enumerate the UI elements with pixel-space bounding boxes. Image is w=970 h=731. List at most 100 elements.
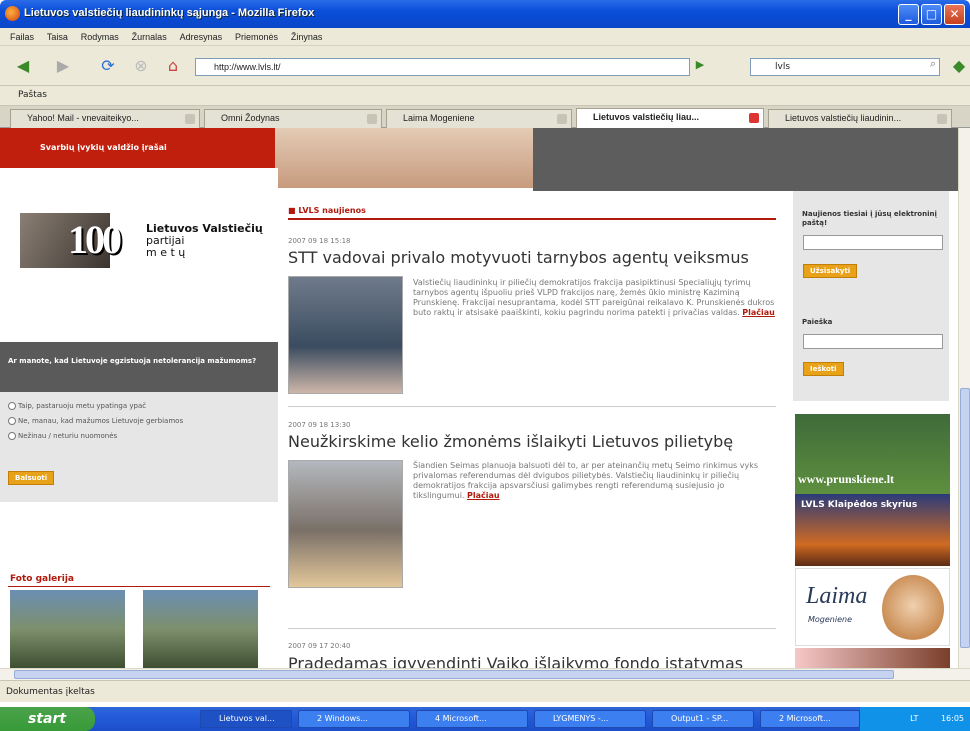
news-photo[interactable] (288, 276, 403, 394)
menu-taisa[interactable]: Taisa (47, 28, 68, 46)
menu-zinynas[interactable]: Žinynas (291, 28, 323, 46)
search-input[interactable]: lvls (750, 58, 940, 76)
task-output[interactable]: Output1 - SP... (652, 710, 754, 728)
news-date: 2007 09 18 15:18 (288, 237, 351, 245)
news-section-title: ■ LVLS naujienos (288, 206, 366, 215)
task-firefox[interactable]: Lietuvos val... (200, 710, 292, 728)
poll-options: Taip, pastaruoju metu ypatinga ypač Ne, … (0, 392, 278, 502)
news-photo[interactable] (288, 460, 403, 588)
gallery-title: Foto galerija (10, 574, 74, 584)
klaipeda-banner[interactable]: LVLS Klaipėdos skyrius (795, 494, 950, 566)
news-section-divider (288, 218, 776, 220)
status-bar: Dokumentas įkeltas (0, 680, 970, 702)
radio-icon[interactable] (8, 402, 16, 410)
tab-yahoo-mail[interactable]: Yahoo! Mail - vnevaiteikyo... (10, 109, 200, 128)
news-headline[interactable]: Neužkirskime kelio žmonėms išlaikyti Lie… (288, 432, 733, 451)
close-tab-icon[interactable] (367, 114, 377, 124)
title-bar: Lietuvos valstiečių liaudininkų sąjunga … (0, 0, 970, 28)
logo-number: 100 (68, 217, 122, 262)
tab-laima-mogeniene[interactable]: Laima Mogeniene (386, 109, 572, 128)
horizontal-scroll-thumb[interactable] (14, 670, 894, 679)
subscribe-button[interactable]: Užsisakyti (803, 264, 858, 278)
radio-icon[interactable] (8, 417, 16, 425)
close-button[interactable]: ✕ (944, 4, 965, 25)
horizontal-scrollbar[interactable] (0, 668, 970, 680)
poll-option-label: Taip, pastaruoju metu ypatinga ypač (18, 402, 147, 410)
poll-option-3[interactable]: Nežinau / neturiu nuomonės (8, 432, 270, 441)
tab-label: Lietuvos valstiečių liaudinin... (785, 113, 902, 123)
prunskiene-banner[interactable]: www.prunskiene.lt (795, 414, 950, 494)
radio-icon[interactable] (8, 432, 16, 440)
logo-text: Lietuvos Valstiečių partijai m e t ų (146, 223, 263, 259)
task-microsoft[interactable]: 4 Microsoft... (416, 710, 528, 728)
language-indicator[interactable]: LT (910, 714, 918, 723)
laima-subname: Mogeniene (808, 615, 853, 624)
task-windows[interactable]: 2 Windows... (298, 710, 410, 728)
search-icon[interactable]: ⌕ (925, 56, 941, 72)
news-date: 2007 09 18 13:30 (288, 421, 351, 429)
bookmarks-toolbar: Paštas (0, 86, 970, 106)
addon-icon[interactable]: ◆ (946, 53, 970, 79)
minimize-button[interactable]: _ (898, 4, 919, 25)
url-input[interactable]: http://www.lvls.lt/ (195, 58, 690, 76)
menu-bar: Failas Taisa Rodymas Žurnalas Adresynas … (0, 28, 970, 46)
news-separator (288, 628, 776, 629)
home-icon[interactable]: ⌂ (160, 53, 186, 79)
start-button[interactable]: start (0, 707, 95, 731)
laima-name: Laima (806, 583, 868, 609)
menu-zurnalas[interactable]: Žurnalas (132, 28, 167, 46)
close-tab-icon[interactable] (937, 114, 947, 124)
poll-option-2[interactable]: Ne, manau, kad mažumos Lietuvoje gerbiam… (8, 417, 270, 426)
tab-omni-zodynas[interactable]: Omni Žodynas (204, 109, 382, 128)
close-tab-icon[interactable] (185, 114, 195, 124)
tab-lietuvos-2[interactable]: Lietuvos valstiečių liaudinin... (768, 109, 952, 128)
go-icon[interactable]: ▶ (690, 55, 710, 75)
prunskiene-url: www.prunskiene.lt (798, 472, 895, 486)
vote-button[interactable]: Balsuoti (8, 471, 55, 485)
menu-failas[interactable]: Failas (10, 28, 34, 46)
web-page: Svarbių įvykių valdžio įrašai 100 Lietuv… (0, 128, 958, 668)
read-more-link[interactable]: Plačiau (742, 308, 775, 317)
bottom-banner[interactable] (795, 648, 950, 668)
top-grey-banner (533, 128, 958, 191)
clock: 16:05 (940, 714, 964, 723)
firefox-icon (5, 6, 20, 21)
read-more-link[interactable]: Plačiau (467, 491, 500, 500)
newsletter-email-input[interactable] (803, 235, 943, 250)
bookmark-pastas[interactable]: Paštas (18, 90, 47, 100)
back-arrow-icon[interactable]: ◀ (10, 53, 36, 79)
forward-arrow-icon[interactable]: ▶ (50, 53, 76, 79)
laima-portrait (882, 575, 944, 643)
taskbar: start Lietuvos val... 2 Windows... 4 Mic… (0, 707, 970, 731)
poll-option-1[interactable]: Taip, pastaruoju metu ypatinga ypač (8, 402, 270, 411)
news-headline[interactable]: STT vadovai privalo motyvuoti tarnybos a… (288, 248, 749, 267)
gallery-photo-2[interactable] (143, 590, 258, 668)
close-tab-icon[interactable] (749, 113, 759, 123)
poll-question: Ar manote, kad Lietuvoje egzistuoja neto… (0, 342, 278, 392)
menu-adresynas[interactable]: Adresynas (180, 28, 223, 46)
news-section-label: LVLS naujienos (298, 206, 366, 215)
top-red-bar[interactable]: Svarbių įvykių valdžio įrašai (0, 128, 275, 168)
maximize-button[interactable]: □ (921, 4, 942, 25)
task-microsoft-2[interactable]: 2 Microsoft... (760, 710, 860, 728)
vertical-scrollbar[interactable] (958, 128, 970, 668)
vertical-scroll-thumb[interactable] (960, 388, 970, 648)
close-tab-icon[interactable] (557, 114, 567, 124)
site-search-input[interactable] (803, 334, 943, 349)
reload-icon[interactable]: ⟳ (95, 53, 121, 79)
site-search-button[interactable]: Ieškoti (803, 362, 844, 376)
poll-option-label: Nežinau / neturiu nuomonės (18, 432, 118, 440)
news-headline[interactable]: Pradedamas įgyvendinti Vaiko išlaikymo f… (288, 654, 743, 668)
top-photo (275, 128, 533, 188)
gallery-photo-1[interactable] (10, 590, 125, 668)
task-lygmenys[interactable]: LYGMENYS -... (534, 710, 646, 728)
tab-lietuvos-active[interactable]: Lietuvos valstiečių liau... (576, 108, 764, 128)
menu-priemones[interactable]: Priemonės (235, 28, 278, 46)
menu-rodymas[interactable]: Rodymas (81, 28, 119, 46)
tab-label: Laima Mogeniene (403, 113, 475, 123)
news-text: Valstiečių liaudininkų ir piliečių demok… (413, 278, 775, 318)
laima-banner[interactable]: Laima Mogeniene (795, 568, 950, 646)
stop-icon[interactable]: ⊗ (128, 53, 154, 79)
tab-label: Lietuvos valstiečių liau... (593, 112, 700, 122)
logo-line3: m e t ų (146, 246, 186, 259)
